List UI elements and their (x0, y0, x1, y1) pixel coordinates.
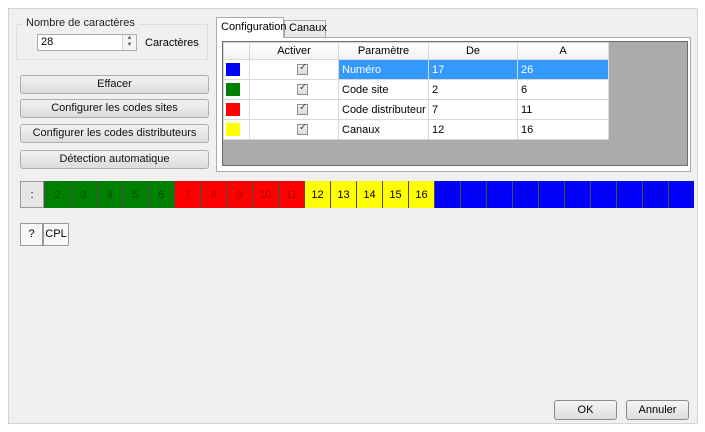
strip-cell[interactable]: 26 (668, 181, 694, 208)
spin-up-icon[interactable]: ▲ (123, 35, 136, 42)
activate-checkbox[interactable] (297, 62, 308, 75)
cpl-button[interactable]: CPL (43, 223, 69, 246)
row-to-cell[interactable]: 16 (517, 119, 609, 140)
strip-cell[interactable]: 14 (356, 181, 382, 208)
clear-button[interactable]: Effacer (20, 75, 209, 94)
char-count-unit: Caractères (145, 37, 199, 49)
strip-cell[interactable]: 25 (642, 181, 668, 208)
row-to-cell[interactable]: 6 (517, 79, 609, 100)
configure-site-codes-button[interactable]: Configurer les codes sites (20, 99, 209, 118)
row-color-cell (223, 59, 250, 80)
strip-cell[interactable]: 9 (226, 181, 252, 208)
strip-cell[interactable]: 23 (590, 181, 616, 208)
strip-cell[interactable]: 18 (460, 181, 486, 208)
header-parametre[interactable]: Paramètre (338, 42, 429, 60)
ok-button[interactable]: OK (554, 400, 617, 420)
table-row[interactable]: Canaux1216 (223, 119, 609, 140)
strip-cell[interactable]: 12 (304, 181, 330, 208)
strip-cell[interactable]: 15 (382, 181, 408, 208)
strip-cell[interactable]: 22 (564, 181, 590, 208)
row-from-cell[interactable]: 12 (428, 119, 518, 140)
configure-distributor-codes-button[interactable]: Configurer les codes distributeurs (20, 124, 209, 143)
spin-down-icon[interactable]: ▼ (123, 42, 136, 49)
row-activer-cell[interactable] (249, 79, 339, 100)
color-swatch (226, 62, 240, 76)
strip-cell[interactable]: 8 (200, 181, 226, 208)
strip-cell[interactable]: 20 (512, 181, 538, 208)
strip-cell-separator[interactable]: : (20, 181, 44, 208)
char-count-group: Nombre de caractères 28 ▲ ▼ Caractères (16, 17, 208, 60)
color-swatch (226, 82, 240, 96)
strip-cell[interactable]: 5 (122, 181, 148, 208)
activate-checkbox[interactable] (297, 102, 308, 115)
header-a[interactable]: A (517, 42, 609, 60)
tab-configuration[interactable]: Configuration (216, 17, 286, 38)
table-row[interactable]: Code distributeur711 (223, 99, 609, 120)
row-to-cell[interactable]: 11 (517, 99, 609, 120)
strip-cell[interactable]: 6 (148, 181, 174, 208)
header-color (223, 42, 250, 60)
tab-canaux[interactable]: Canaux (284, 20, 327, 37)
header-activer[interactable]: Activer (249, 42, 339, 60)
strip-cell[interactable]: 19 (486, 181, 512, 208)
activate-checkbox[interactable] (297, 122, 308, 135)
row-param-cell[interactable]: Code site (338, 79, 429, 100)
row-from-cell[interactable]: 17 (428, 59, 518, 80)
row-activer-cell[interactable] (249, 119, 339, 140)
color-swatch (226, 102, 240, 116)
strip-cell[interactable]: 3 (70, 181, 96, 208)
row-to-cell[interactable]: 26 (517, 59, 609, 80)
help-button[interactable]: ? (20, 223, 43, 246)
row-param-cell[interactable]: Code distributeur (338, 99, 429, 120)
strip-cell[interactable]: 4 (96, 181, 122, 208)
strip-cell[interactable]: 7 (174, 181, 200, 208)
strip-cell[interactable]: 10 (252, 181, 278, 208)
char-count-group-title: Nombre de caractères (23, 17, 138, 29)
char-count-value[interactable]: 28 (41, 36, 53, 48)
row-param-cell[interactable]: Numéro (338, 59, 429, 80)
table-header-row: Activer Paramètre De A (223, 42, 609, 60)
strip-cell[interactable]: 24 (616, 181, 642, 208)
row-color-cell (223, 79, 250, 100)
strip-cell[interactable]: 13 (330, 181, 356, 208)
parameters-table: Activer Paramètre De A Numéro1726Code si… (223, 42, 609, 140)
row-from-cell[interactable]: 2 (428, 79, 518, 100)
table-row[interactable]: Numéro1726 (223, 59, 609, 80)
strip-cell[interactable]: 21 (538, 181, 564, 208)
cancel-button[interactable]: Annuler (626, 400, 689, 420)
row-param-cell[interactable]: Canaux (338, 119, 429, 140)
row-activer-cell[interactable] (249, 59, 339, 80)
row-color-cell (223, 119, 250, 140)
char-count-spinner[interactable]: 28 ▲ ▼ (37, 34, 137, 51)
spinner-buttons[interactable]: ▲ ▼ (122, 35, 136, 50)
table-row[interactable]: Code site26 (223, 79, 609, 100)
strip-cell[interactable]: 11 (278, 181, 304, 208)
strip-cell[interactable]: 17 (434, 181, 460, 208)
header-de[interactable]: De (428, 42, 518, 60)
row-activer-cell[interactable] (249, 99, 339, 120)
activate-checkbox[interactable] (297, 82, 308, 95)
auto-detect-button[interactable]: Détection automatique (20, 150, 209, 169)
row-color-cell (223, 99, 250, 120)
strip-cell[interactable]: 16 (408, 181, 434, 208)
character-strip: : 2 3 4 5 6 7 8 9 10 11 12 13 14 15 16 17 18 19 20 21 22 23 24… (20, 181, 694, 208)
color-swatch (226, 122, 240, 136)
strip-cell[interactable]: 2 (44, 181, 70, 208)
row-from-cell[interactable]: 7 (428, 99, 518, 120)
parameters-grid[interactable]: Activer Paramètre De A Numéro1726Code si… (222, 41, 688, 166)
